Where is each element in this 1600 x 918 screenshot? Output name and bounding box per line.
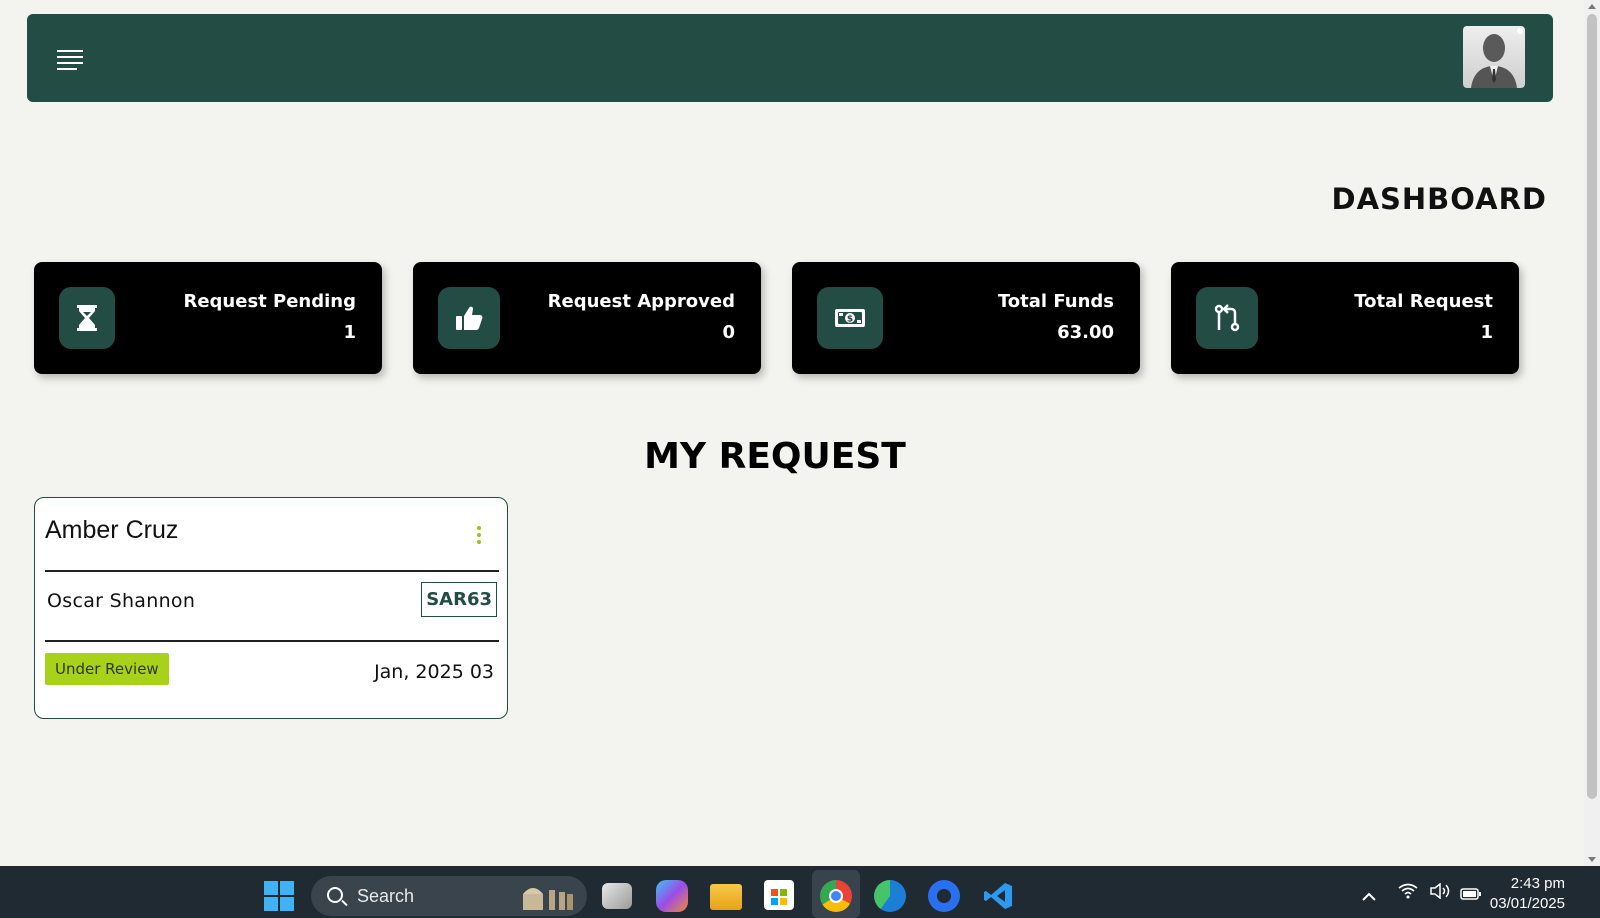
request-card[interactable]: Amber Cruz Oscar Shannon SAR63 Under Rev… — [34, 497, 508, 719]
divider — [45, 640, 499, 642]
hamburger-menu-icon[interactable] — [57, 50, 83, 70]
stat-card-request-pending[interactable]: Request Pending 1 — [34, 262, 382, 374]
chevron-up-icon[interactable] — [1362, 886, 1376, 905]
page-title: DASHBOARD — [1331, 182, 1547, 216]
request-code-badge: SAR63 — [421, 582, 497, 617]
chrome-icon[interactable] — [820, 880, 852, 912]
file-explorer-icon[interactable] — [710, 884, 742, 910]
windows-start-icon[interactable] — [264, 881, 294, 911]
volume-icon[interactable] — [1430, 882, 1452, 903]
stat-value: 1 — [1480, 322, 1493, 343]
top-navbar — [27, 14, 1553, 102]
stat-label: Request Pending — [183, 291, 356, 312]
system-clock[interactable]: 2:43 pm 03/01/2025 — [1490, 874, 1565, 914]
section-title: MY REQUEST — [644, 436, 906, 477]
request-subtitle: Oscar Shannon — [47, 590, 196, 612]
wifi-icon[interactable] — [1398, 883, 1418, 903]
taskbar-search[interactable]: Search — [311, 876, 587, 916]
scrollbar-thumb[interactable] — [1587, 14, 1597, 799]
code-pull-request-icon — [1196, 287, 1258, 349]
task-view-icon[interactable] — [602, 883, 632, 909]
stat-card-request-approved[interactable]: Request Approved 0 — [413, 262, 761, 374]
microsoft-store-icon[interactable] — [764, 880, 794, 910]
search-highlight-icon — [523, 888, 573, 910]
request-name: Amber Cruz — [45, 516, 179, 544]
search-placeholder: Search — [357, 886, 415, 906]
stat-value: 1 — [343, 322, 356, 343]
money-bill-icon: $ — [817, 287, 883, 349]
page: DASHBOARD Request Pending 1 Request Appr… — [0, 0, 1584, 866]
edge-icon[interactable] — [874, 880, 906, 912]
thumbs-up-icon — [438, 287, 500, 349]
stat-card-total-request[interactable]: Total Request 1 — [1171, 262, 1519, 374]
request-date: Jan, 2025 03 — [374, 661, 494, 683]
stat-card-total-funds[interactable]: $ Total Funds 63.00 — [792, 262, 1140, 374]
status-badge: Under Review — [45, 653, 169, 685]
hourglass-icon — [59, 287, 115, 349]
app-icon[interactable] — [928, 880, 960, 912]
user-avatar-icon[interactable] — [1463, 26, 1525, 88]
taskbar: Search 2:43 pm 03/01/2025 — [0, 866, 1600, 918]
clock-date: 03/01/2025 — [1489, 895, 1565, 912]
vertical-scrollbar[interactable] — [1584, 0, 1600, 866]
stat-label: Request Approved — [547, 291, 735, 312]
copilot-icon[interactable] — [656, 880, 688, 912]
stat-label: Total Request — [1354, 291, 1493, 312]
svg-text:$: $ — [847, 315, 853, 325]
stat-label: Total Funds — [997, 291, 1114, 312]
stat-value: 63.00 — [1057, 322, 1114, 343]
vscode-icon[interactable] — [982, 880, 1014, 912]
more-options-icon[interactable] — [475, 526, 483, 544]
battery-icon[interactable] — [1460, 885, 1482, 904]
search-icon — [327, 887, 343, 903]
scroll-down-icon[interactable] — [1588, 857, 1596, 862]
clock-time: 2:43 pm — [1510, 875, 1565, 892]
stat-value: 0 — [722, 322, 735, 343]
divider — [45, 570, 499, 572]
scroll-up-icon[interactable] — [1588, 4, 1596, 9]
